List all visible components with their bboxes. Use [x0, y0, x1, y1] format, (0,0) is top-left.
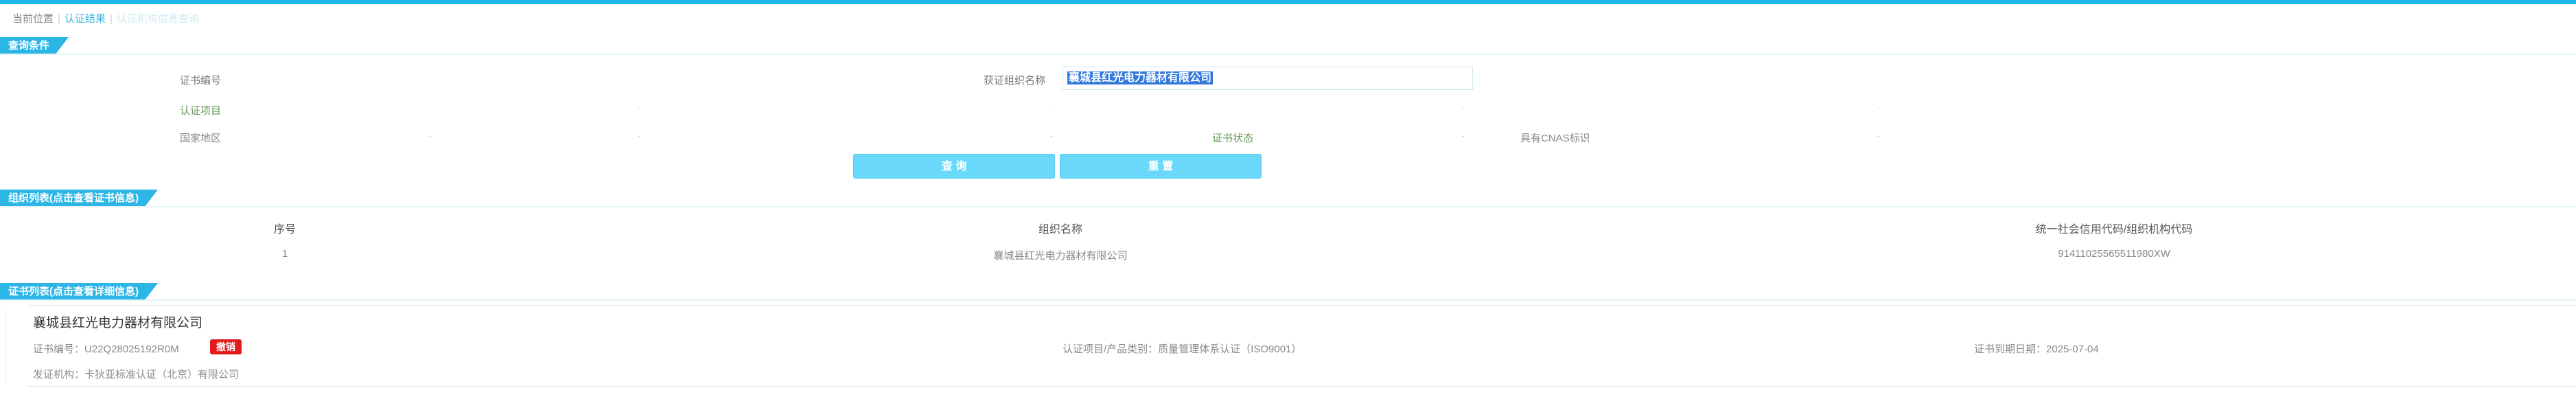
org-table-header-index: 序号 [273, 224, 296, 236]
cert-org-name[interactable]: 襄城县红光电力器材有限公司 [33, 313, 202, 331]
cert-no-label: 证书编号 [180, 75, 222, 87]
org-name-input[interactable]: 襄城县红光电力器材有限公司 [1063, 67, 1473, 90]
org-table-header-name: 组织名称 [1038, 224, 1082, 236]
breadcrumb-link-results[interactable]: 认证结果 [65, 13, 106, 25]
status-select[interactable] [1462, 136, 1464, 137]
cert-issuer-value: 卡狄亚标准认证（北京）有限公司 [84, 369, 240, 381]
org-name-input-value: 襄城县红光电力器材有限公司 [1067, 71, 1214, 84]
cert-item-label: 认证项目 [180, 105, 222, 117]
cert-item-field: 认证项目/产品类别：质量管理体系认证（ISO9001） [1063, 341, 1301, 356]
breadcrumb-link-agency-query[interactable]: 认证机构信息查询 [117, 13, 199, 25]
cert-list-bottom-border [27, 386, 2576, 387]
cert-issuer-field-label: 发证机构： [33, 369, 85, 381]
org-row-code: 91411025565511980XW [2058, 248, 2170, 260]
field-separator [638, 136, 640, 137]
region-label: 国家地区 [180, 133, 222, 144]
cert-no-field-label: 证书编号： [33, 343, 85, 355]
cert-expiry-value: 2025-07-04 [2046, 343, 2099, 355]
cert-item-border [5, 308, 6, 382]
org-row-index: 1 [281, 248, 288, 260]
cert-expiry-field: 证书到期日期：2025-07-04 [1974, 341, 2099, 356]
breadcrumb-current-label: 当前位置 [12, 13, 54, 25]
status-badge-revoked: 撤销 [210, 339, 242, 354]
org-table-header-code: 统一社会信用代码/组织机构代码 [2035, 224, 2193, 236]
section-tag-query: 查询条件 [0, 37, 69, 55]
cert-list-top-border [27, 305, 2576, 306]
status-label: 证书状态 [1212, 133, 1254, 144]
org-row-name[interactable]: 襄城县红光电力器材有限公司 [923, 248, 1198, 262]
region-select[interactable] [429, 136, 431, 137]
top-accent-bar [0, 0, 2576, 4]
section-divider [0, 54, 2576, 55]
cnas-label: 具有CNAS标识 [1520, 133, 1590, 144]
cert-expiry-field-label: 证书到期日期： [1974, 343, 2047, 355]
breadcrumb: 当前位置 | 认证结果 | 认证机构信息查询 [12, 13, 199, 25]
cert-no-value: U22Q28025192R0M [84, 343, 179, 355]
cnas-select[interactable] [1877, 136, 1879, 137]
cert-no-field: 证书编号：U22Q28025192R0M [33, 341, 179, 356]
reset-button[interactable]: 重 置 [1060, 154, 1262, 179]
section-tag-cert-list: 证书列表(点击查看详细信息) [0, 283, 158, 301]
field-separator [1050, 136, 1052, 137]
section-divider [0, 299, 2576, 301]
org-name-label: 获证组织名称 [984, 75, 1046, 87]
section-tag-org-list: 组织列表(点击查看证书信息) [0, 190, 158, 207]
cert-item-value: 质量管理体系认证（ISO9001） [1158, 343, 1302, 355]
search-button[interactable]: 查 询 [853, 154, 1055, 179]
section-divider [0, 206, 2576, 207]
cert-issuer-field: 发证机构：卡狄亚标准认证（北京）有限公司 [33, 367, 239, 381]
cert-item-field-label: 认证项目/产品类别： [1063, 343, 1159, 355]
